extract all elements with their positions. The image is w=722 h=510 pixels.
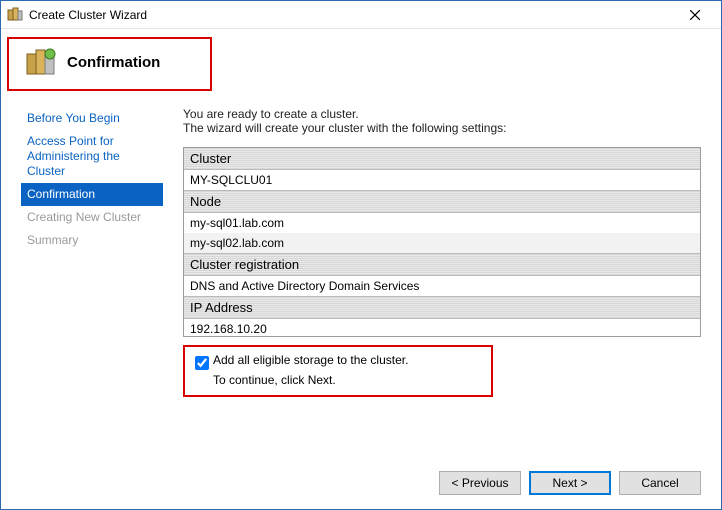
- cancel-button[interactable]: Cancel: [619, 471, 701, 495]
- add-storage-checkbox[interactable]: [195, 356, 209, 370]
- page-header: Confirmation: [7, 37, 212, 91]
- main-panel: You are ready to create a cluster. The w…: [183, 89, 701, 451]
- step-summary: Summary: [21, 229, 163, 252]
- grid-row: 192.168.10.20: [184, 319, 700, 337]
- grid-row: my-sql01.lab.com: [184, 213, 700, 233]
- add-storage-label: Add all eligible storage to the cluster.: [213, 353, 485, 367]
- wizard-buttons: < Previous Next > Cancel: [439, 471, 701, 495]
- grid-row: MY-SQLCLU01: [184, 170, 700, 190]
- cluster-icon: [25, 46, 57, 78]
- grid-heading-cluster: Cluster: [184, 148, 700, 170]
- intro-line-1: You are ready to create a cluster.: [183, 107, 701, 121]
- cluster-icon: [7, 7, 23, 23]
- close-button[interactable]: [675, 1, 715, 28]
- settings-grid[interactable]: Cluster MY-SQLCLU01 Node my-sql01.lab.co…: [183, 147, 701, 337]
- grid-heading-ip-address: IP Address: [184, 296, 700, 319]
- page-title: Confirmation: [67, 54, 160, 71]
- grid-row: my-sql02.lab.com: [184, 233, 700, 253]
- wizard-steps-sidebar: Before You Begin Access Point for Admini…: [21, 89, 163, 451]
- create-cluster-wizard-window: Create Cluster Wizard Confirmation Befor…: [0, 0, 722, 510]
- close-icon: [690, 10, 700, 20]
- step-creating-new-cluster: Creating New Cluster: [21, 206, 163, 229]
- window-title: Create Cluster Wizard: [29, 8, 675, 22]
- grid-heading-cluster-registration: Cluster registration: [184, 253, 700, 276]
- footer-block: Add all eligible storage to the cluster.…: [183, 345, 493, 397]
- intro-line-2: The wizard will create your cluster with…: [183, 121, 701, 135]
- next-button[interactable]: Next >: [529, 471, 611, 495]
- previous-button[interactable]: < Previous: [439, 471, 521, 495]
- step-access-point[interactable]: Access Point for Administering the Clust…: [21, 130, 163, 183]
- continue-hint: To continue, click Next.: [213, 373, 485, 387]
- step-before-you-begin[interactable]: Before You Begin: [21, 107, 163, 130]
- titlebar: Create Cluster Wizard: [1, 1, 721, 29]
- grid-heading-node: Node: [184, 190, 700, 213]
- grid-row: DNS and Active Directory Domain Services: [184, 276, 700, 296]
- step-confirmation[interactable]: Confirmation: [21, 183, 163, 206]
